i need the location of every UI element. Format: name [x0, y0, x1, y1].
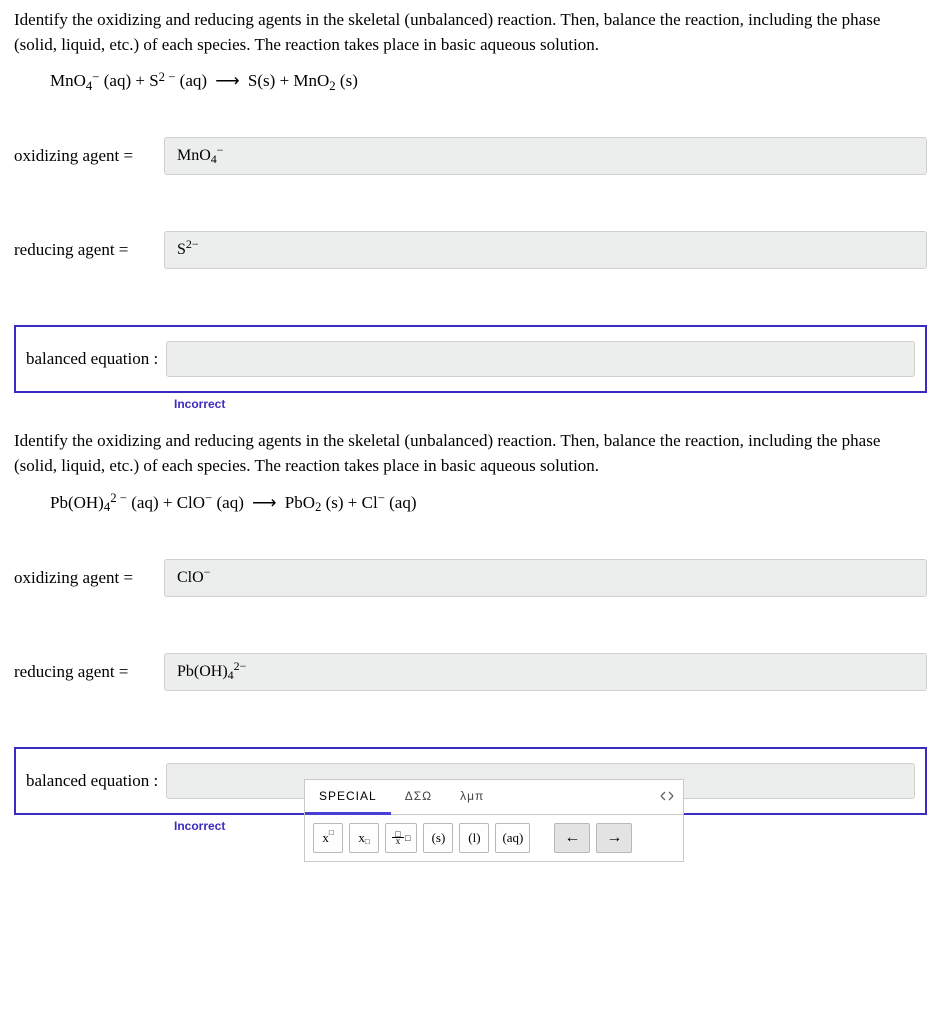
palette-btn-subscript[interactable]: x□ [349, 823, 379, 853]
balanced-equation-label-2: balanced equation : [26, 771, 166, 791]
balanced-equation-label: balanced equation : [26, 349, 166, 369]
question2-prompt: Identify the oxidizing and reducing agen… [14, 429, 927, 478]
palette-collapse-icon[interactable] [657, 786, 677, 806]
palette-tab-greek-lower[interactable]: λμπ [446, 780, 498, 814]
oxidizing-agent-label-2: oxidizing agent = [14, 568, 164, 588]
question1-equation: MnO4− (aq) + S2 − (aq) ⟶ S(s) + MnO2 (s) [14, 71, 927, 91]
symbol-palette: SPECIAL ΔΣΩ λμπ x□ x□ □x□ (s) (l) (aq) ←… [304, 779, 684, 862]
oxidizing-agent-label: oxidizing agent = [14, 146, 164, 166]
balanced-equation-container: balanced equation : [14, 325, 927, 393]
reducing-agent-label-2: reducing agent = [14, 662, 164, 682]
palette-tab-greek-upper[interactable]: ΔΣΩ [391, 780, 446, 814]
oxidizing-agent-input-2[interactable]: ClO− [164, 559, 927, 597]
palette-btn-superscript[interactable]: x□ [313, 823, 343, 853]
palette-btn-aqueous[interactable]: (aq) [495, 823, 530, 853]
reducing-agent-label: reducing agent = [14, 240, 164, 260]
reducing-agent-input[interactable]: S2− [164, 231, 927, 269]
oxidizing-agent-input[interactable]: MnO4− [164, 137, 927, 175]
question2-equation: Pb(OH)42 − (aq) + ClO− (aq) ⟶ PbO2 (s) +… [14, 493, 927, 513]
palette-btn-prev[interactable]: ← [554, 823, 590, 853]
palette-btn-next[interactable]: → [596, 823, 632, 853]
incorrect-feedback: Incorrect [174, 397, 927, 411]
palette-tab-special[interactable]: SPECIAL [305, 780, 391, 815]
question1-prompt: Identify the oxidizing and reducing agen… [14, 8, 927, 57]
reducing-agent-input-2[interactable]: Pb(OH)42− [164, 653, 927, 691]
palette-btn-fraction[interactable]: □x□ [385, 823, 417, 853]
palette-btn-solid[interactable]: (s) [423, 823, 453, 853]
palette-btn-liquid[interactable]: (l) [459, 823, 489, 853]
balanced-equation-input[interactable] [166, 341, 915, 377]
